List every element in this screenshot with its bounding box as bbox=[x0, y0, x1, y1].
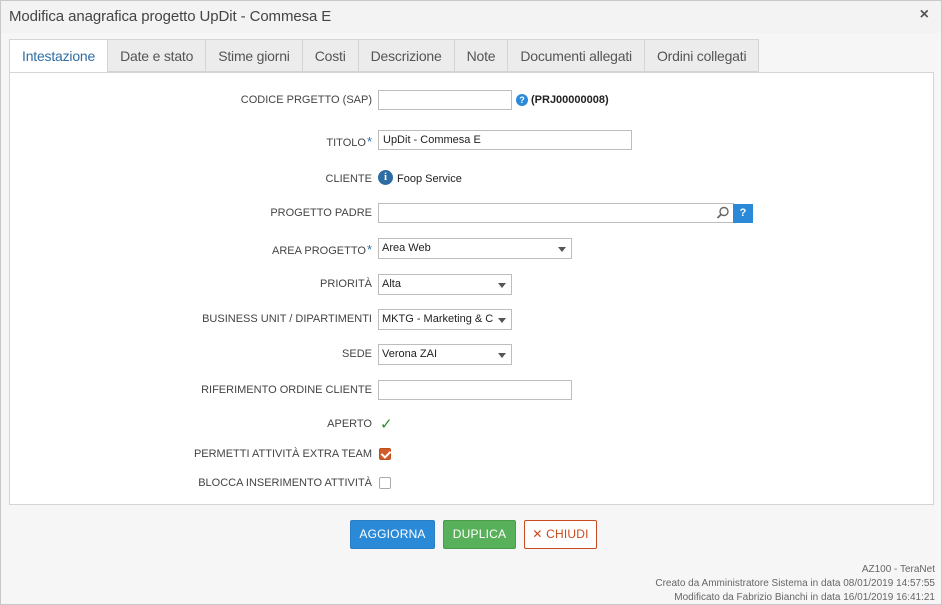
sede-value: Verona ZAI bbox=[382, 348, 438, 360]
blocca-label: BLOCCA INSERIMENTO ATTIVITÀ bbox=[198, 477, 372, 489]
row-sede: SEDE Verona ZAI bbox=[10, 343, 935, 367]
area-select[interactable]: Area Web bbox=[378, 238, 572, 259]
chevron-down-icon bbox=[558, 247, 566, 252]
chevron-down-icon bbox=[498, 318, 506, 323]
row-business-unit: BUSINESS UNIT / DIPARTIMENTI MKTG - Mark… bbox=[10, 308, 935, 332]
dialog-title: Modifica anagrafica progetto UpDit - Com… bbox=[9, 8, 332, 25]
required-marker: * bbox=[366, 134, 372, 149]
close-icon: ✕ bbox=[532, 527, 543, 541]
search-icon[interactable] bbox=[716, 206, 730, 220]
priorita-select[interactable]: Alta bbox=[378, 274, 512, 295]
row-titolo: TITOLO* bbox=[10, 129, 935, 153]
progetto-padre-label: PROGETTO PADRE bbox=[270, 207, 372, 219]
progetto-padre-input[interactable] bbox=[378, 203, 734, 223]
codice-label: CODICE PRGETTO (SAP) bbox=[240, 94, 372, 106]
sede-label: SEDE bbox=[342, 348, 372, 360]
row-permetti: PERMETTI ATTIVITÀ EXTRA TEAM bbox=[10, 443, 935, 467]
footer-created: Creato da Amministratore Sistema in data… bbox=[655, 578, 935, 589]
dialog: Modifica anagrafica progetto UpDit - Com… bbox=[0, 0, 942, 605]
info-icon[interactable]: i bbox=[378, 170, 393, 185]
aperto-label: APERTO bbox=[327, 418, 372, 430]
project-code: (PRJ00000008) bbox=[531, 94, 609, 106]
chevron-down-icon bbox=[498, 283, 506, 288]
row-riferimento: RIFERIMENTO ORDINE CLIENTE bbox=[10, 379, 935, 403]
chevron-down-icon bbox=[498, 353, 506, 358]
area-value: Area Web bbox=[382, 242, 431, 254]
sede-select[interactable]: Verona ZAI bbox=[378, 344, 512, 365]
tab-bar: Intestazione Date e stato Stime giorni C… bbox=[9, 39, 760, 73]
business-unit-label: BUSINESS UNIT / DIPARTIMENTI bbox=[202, 313, 372, 325]
area-label: AREA PROGETTO* bbox=[272, 242, 372, 257]
tab-ordini-collegati[interactable]: Ordini collegati bbox=[644, 39, 760, 72]
form-panel: CODICE PRGETTO (SAP) ? (PRJ00000008) TIT… bbox=[9, 72, 934, 505]
duplica-button[interactable]: DUPLICA bbox=[443, 520, 516, 549]
row-aperto: APERTO ✓ bbox=[10, 413, 935, 437]
priorita-value: Alta bbox=[382, 278, 401, 290]
tab-stime-giorni[interactable]: Stime giorni bbox=[206, 39, 303, 72]
titolo-input[interactable] bbox=[378, 130, 632, 150]
required-marker: * bbox=[366, 242, 372, 257]
tab-intestazione[interactable]: Intestazione bbox=[9, 39, 109, 73]
riferimento-input[interactable] bbox=[378, 380, 572, 400]
tab-descrizione[interactable]: Descrizione bbox=[358, 39, 455, 72]
checkmark-icon: ✓ bbox=[380, 416, 393, 433]
business-unit-select[interactable]: MKTG - Marketing & C bbox=[378, 309, 512, 330]
blocca-checkbox[interactable] bbox=[379, 477, 391, 489]
row-area: AREA PROGETTO* Area Web bbox=[10, 237, 935, 261]
tab-costi[interactable]: Costi bbox=[302, 39, 359, 72]
footer-modified: Modificato da Fabrizio Bianchi in data 1… bbox=[674, 592, 935, 603]
row-blocca: BLOCCA INSERIMENTO ATTIVITÀ bbox=[10, 472, 935, 496]
cliente-label: CLIENTE bbox=[325, 173, 372, 185]
tab-documenti-allegati[interactable]: Documenti allegati bbox=[508, 39, 645, 72]
tab-note[interactable]: Note bbox=[454, 39, 509, 72]
cliente-value: Foop Service bbox=[397, 173, 462, 185]
row-priorita: PRIORITÀ Alta bbox=[10, 273, 935, 297]
permetti-checkbox[interactable] bbox=[379, 448, 391, 460]
row-cliente: CLIENTE i Foop Service bbox=[10, 168, 935, 192]
lookup-help-button[interactable]: ? bbox=[733, 204, 753, 223]
close-icon[interactable]: × bbox=[920, 6, 929, 24]
footer-app: AZ100 - TeraNet bbox=[861, 564, 935, 575]
dialog-titlebar: Modifica anagrafica progetto UpDit - Com… bbox=[1, 1, 941, 33]
priorita-label: PRIORITÀ bbox=[320, 278, 372, 290]
help-icon[interactable]: ? bbox=[516, 94, 528, 106]
titolo-label: TITOLO* bbox=[326, 134, 372, 149]
row-progetto-padre: PROGETTO PADRE ? bbox=[10, 202, 935, 226]
tab-date-e-stato[interactable]: Date e stato bbox=[108, 39, 207, 72]
codice-input[interactable] bbox=[378, 90, 512, 110]
riferimento-label: RIFERIMENTO ORDINE CLIENTE bbox=[201, 384, 372, 396]
aggiorna-button[interactable]: AGGIORNA bbox=[350, 520, 435, 549]
permetti-label: PERMETTI ATTIVITÀ EXTRA TEAM bbox=[193, 448, 372, 460]
chiudi-button[interactable]: ✕ CHIUDI bbox=[524, 520, 597, 549]
row-codice: CODICE PRGETTO (SAP) ? (PRJ00000008) bbox=[10, 89, 935, 113]
business-unit-value: MKTG - Marketing & C bbox=[382, 313, 494, 325]
chiudi-label: CHIUDI bbox=[546, 527, 589, 541]
